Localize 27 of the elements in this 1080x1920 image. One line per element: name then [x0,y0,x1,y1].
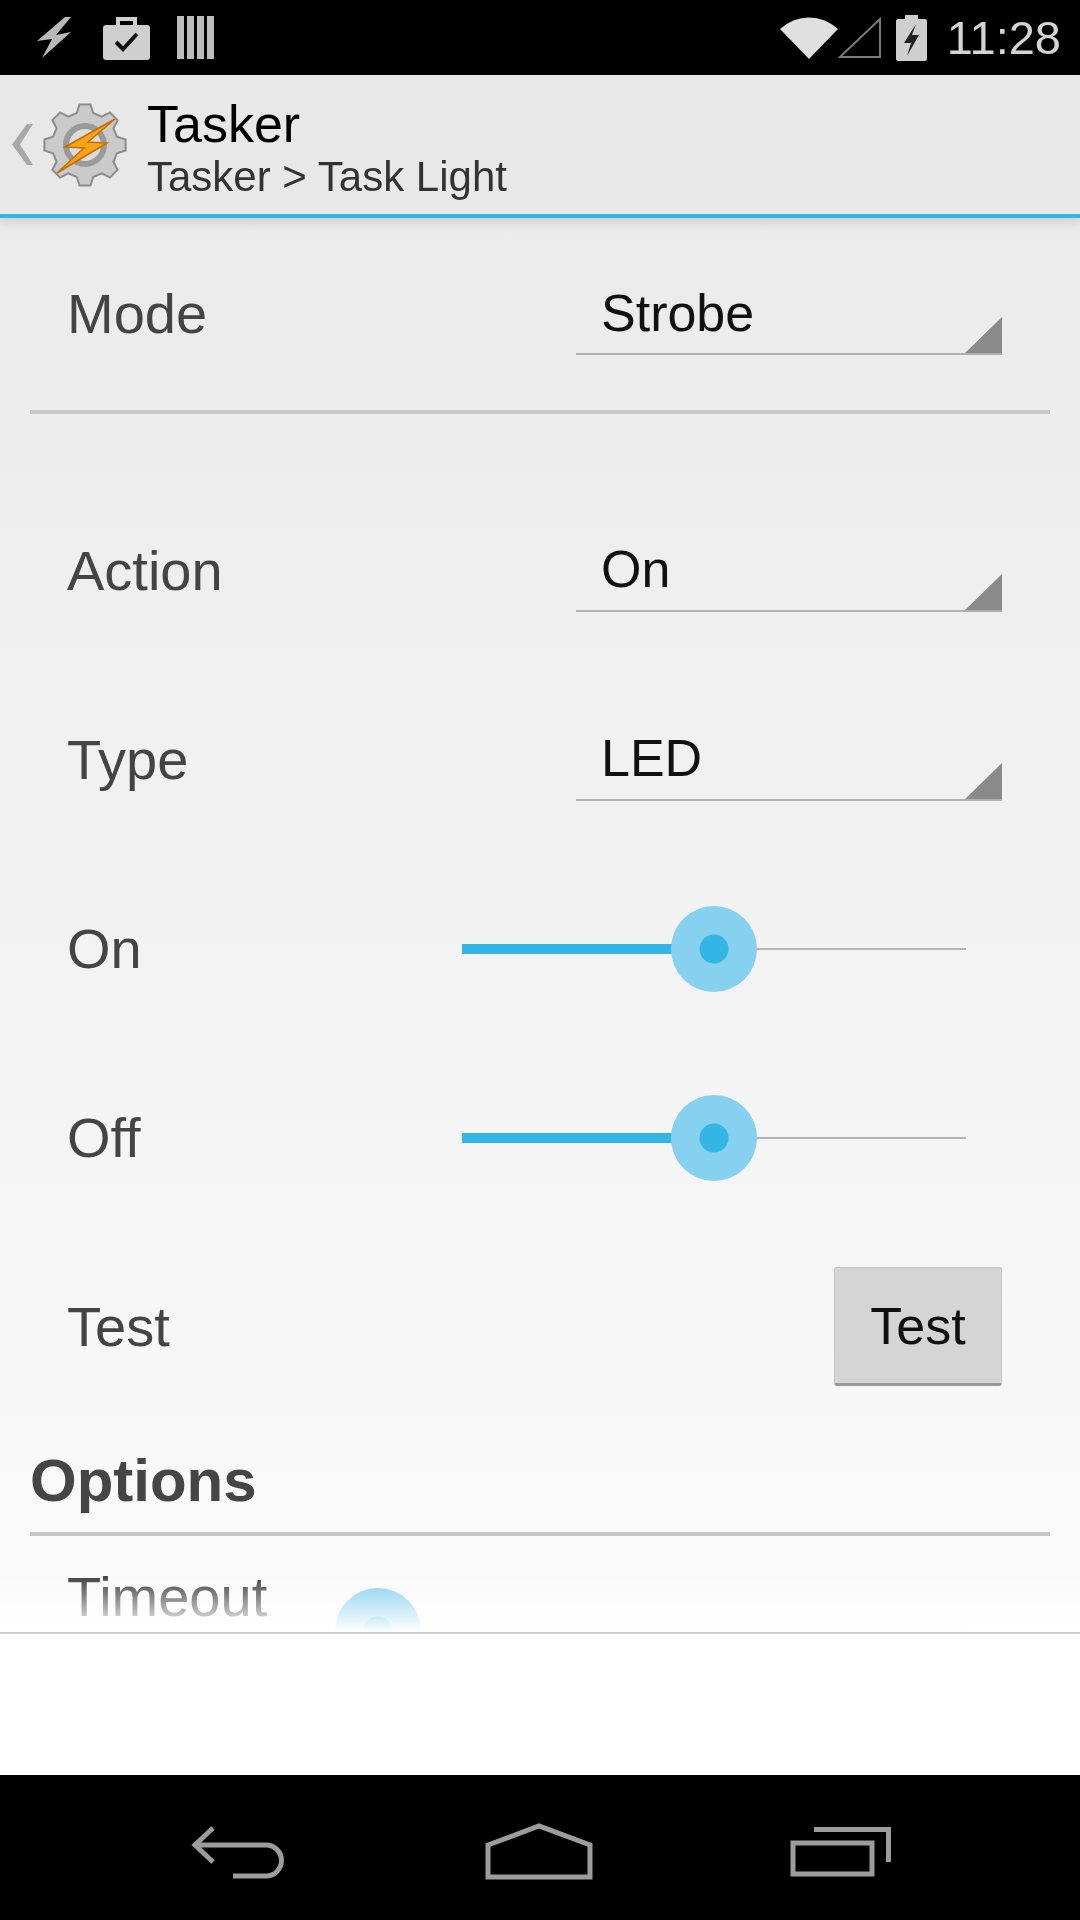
bars-icon [177,16,214,59]
wifi-icon [779,16,838,59]
field-label: Type [67,726,189,793]
chevron-left-icon[interactable] [12,124,33,165]
field-label: Action [67,537,223,604]
battery-icon [895,14,927,61]
field-label: Timeout [67,1564,269,1630]
status-time: 11:28 [946,14,1061,61]
field-label: Test [67,1293,170,1360]
home-icon[interactable] [485,1823,593,1880]
dropdown[interactable]: LED [576,718,1002,801]
signal-icon [837,16,882,59]
gear-bolt-icon[interactable] [43,102,127,187]
caret-icon [965,317,1002,353]
field-label: Mode [67,281,208,348]
dropdown[interactable]: On [576,529,1002,612]
dropdown[interactable]: Strobe [576,273,1002,355]
breadcrumb-subtitle: Tasker > Task Light [147,152,507,202]
app-title: Tasker [147,95,301,153]
caret-icon [965,573,1002,610]
test-button[interactable]: Test [834,1267,1002,1386]
recents-icon[interactable] [790,1826,892,1877]
field-label: Off [67,1104,142,1171]
section-header: Options [30,1445,257,1516]
briefcase-icon [103,15,150,60]
caret-icon [965,762,1002,799]
field-label: On [67,915,143,982]
